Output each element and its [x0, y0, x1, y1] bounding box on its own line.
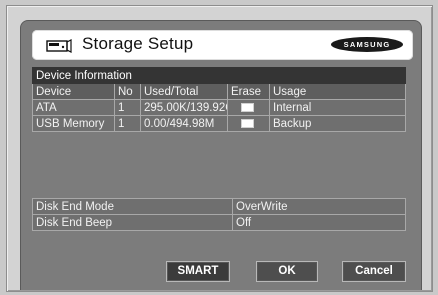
cancel-button[interactable]: Cancel	[342, 261, 406, 282]
disk-end-beep-label: Disk End Beep	[32, 214, 233, 231]
page-title: Storage Setup	[82, 34, 194, 53]
device-usage[interactable]: Backup	[268, 115, 407, 132]
erase-checkbox[interactable]	[241, 118, 254, 128]
option-row-disk-end-beep[interactable]: Disk End Beep Off	[32, 214, 406, 231]
title-bar: Storage Setup SAMSUNG	[32, 30, 413, 60]
col-device: Device	[32, 83, 115, 100]
disk-end-mode-label: Disk End Mode	[32, 198, 233, 215]
disk-end-beep-value[interactable]: Off	[232, 214, 406, 231]
device-no: 1	[114, 115, 141, 132]
erase-cell	[227, 99, 270, 116]
device-used-total: 295.00K/139.92G	[140, 99, 228, 116]
col-usage: Usage	[268, 83, 407, 100]
device-usage[interactable]: Internal	[268, 99, 407, 116]
ok-button[interactable]: OK	[256, 261, 318, 282]
device-name: ATA	[32, 99, 115, 116]
storage-setup-panel: Storage Setup SAMSUNG	[20, 20, 422, 290]
smart-button[interactable]: SMART	[166, 261, 230, 282]
brand-logo: SAMSUNG	[331, 37, 403, 52]
device-info-table: Device Information Device No Used/Total …	[31, 67, 407, 132]
device-used-total: 0.00/494.98M	[140, 115, 228, 132]
erase-cell	[227, 115, 270, 132]
col-erase: Erase	[227, 83, 270, 100]
col-no: No	[114, 83, 141, 100]
disk-options-table: Disk End Mode OverWrite Disk End Beep Of…	[32, 198, 406, 231]
erase-checkbox[interactable]	[241, 102, 254, 112]
hard-drive-icon	[46, 39, 72, 53]
device-name: USB Memory	[32, 115, 115, 132]
table-row: USB Memory 1 0.00/494.98M Backup	[32, 115, 407, 132]
device-no: 1	[114, 99, 141, 116]
option-row-disk-end-mode[interactable]: Disk End Mode OverWrite	[32, 198, 406, 215]
table-row: ATA 1 295.00K/139.92G Internal	[32, 99, 407, 116]
col-used-total: Used/Total	[140, 83, 228, 100]
disk-end-mode-value[interactable]: OverWrite	[232, 198, 406, 215]
device-info-title: Device Information	[31, 67, 407, 84]
